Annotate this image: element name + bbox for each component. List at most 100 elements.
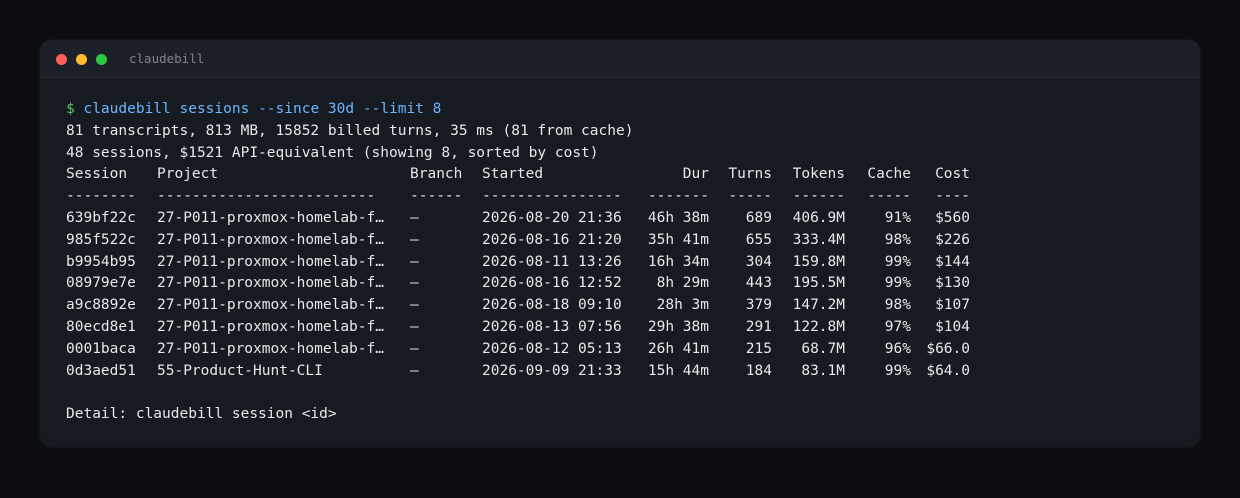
terminal-window: claudebill $ claudebill sessions --since… [40, 40, 1200, 447]
header-tokens: Tokens [792, 166, 845, 183]
cell-cache: 99% [884, 253, 911, 270]
cell-turns: 184 [745, 362, 772, 379]
table-row: 985f522c 27-P011-proxmox-homelab-f… — 2026-… [66, 230, 1176, 252]
cell-branch: — [410, 209, 419, 226]
separator-turns: ----- [728, 188, 772, 205]
cell-tokens: 83.1M [801, 362, 845, 379]
command-text: claudebill sessions --since 30d --limit … [83, 101, 442, 117]
cell-session: 80ecd8e1 [66, 318, 136, 335]
cell-dur: 16h 34m [647, 253, 709, 270]
cell-branch: — [410, 297, 419, 314]
cell-started: 2026-08-11 13:26 [482, 253, 622, 270]
table-separator: -------- ------------------------- ------ -… [66, 186, 1176, 208]
cell-turns: 689 [745, 209, 772, 226]
cell-branch: — [410, 362, 419, 379]
cell-project: 27-P011-proxmox-homelab-f… [157, 318, 384, 335]
cell-project: 27-P011-proxmox-homelab-f… [157, 297, 384, 314]
cell-project: 27-P011-proxmox-homelab-f… [157, 231, 384, 248]
minimize-window-button[interactable] [76, 54, 87, 65]
cell-cost: $107 [935, 297, 970, 314]
header-branch: Branch [410, 166, 463, 183]
cell-session: 985f522c [66, 231, 136, 248]
cell-branch: — [410, 275, 419, 292]
cell-turns: 443 [745, 275, 772, 292]
table-header: Session Project Branch Started Dur Turns Token… [66, 164, 1176, 186]
cell-branch: — [410, 231, 419, 248]
cell-started: 2026-08-16 12:52 [482, 275, 622, 292]
separator-tokens: ------ [792, 188, 845, 205]
cell-cache: 97% [884, 318, 911, 335]
cell-branch: — [410, 340, 419, 357]
separator-started: ---------------- [482, 188, 622, 205]
command-line: $ claudebill sessions --since 30d --limi… [66, 99, 1176, 121]
cell-started: 2026-08-20 21:36 [482, 209, 622, 226]
cell-dur: 26h 41m [647, 340, 709, 357]
cell-tokens: 147.2M [792, 297, 845, 314]
cell-cache: 99% [884, 275, 911, 292]
summary-line-2: 48 sessions, $1521 API-equivalent (showi… [66, 144, 599, 161]
cell-cache: 96% [884, 340, 911, 357]
cell-session: 0001baca [66, 340, 136, 357]
cell-cache: 99% [884, 362, 911, 379]
table-row: b9954b95 27-P011-proxmox-homelab-f… — 2026-… [66, 252, 1176, 274]
cell-project: 55-Product-Hunt-CLI [157, 362, 323, 379]
cell-branch: — [410, 318, 419, 335]
cell-turns: 215 [745, 340, 772, 357]
cell-project: 27-P011-proxmox-homelab-f… [157, 275, 384, 292]
cell-project: 27-P011-proxmox-homelab-f… [157, 209, 384, 226]
zoom-window-button[interactable] [96, 54, 107, 65]
header-cost: Cost [935, 166, 970, 183]
cell-cost: $104 [935, 318, 970, 335]
cell-tokens: 159.8M [792, 253, 845, 270]
cell-cost: $144 [935, 253, 970, 270]
cell-started: 2026-08-12 05:13 [482, 340, 622, 357]
cell-dur: 28h 3m [656, 297, 709, 314]
cell-session: 0d3aed51 [66, 362, 136, 379]
separator-project: ------------------------- [157, 188, 376, 205]
header-cache: Cache [867, 166, 911, 183]
cell-dur: 46h 38m [647, 209, 709, 226]
separator-cache: ----- [867, 188, 911, 205]
table-row: a9c8892e 27-P011-proxmox-homelab-f… — 2026-… [66, 295, 1176, 317]
cell-turns: 291 [745, 318, 772, 335]
window-title: claudebill [129, 51, 205, 66]
close-window-button[interactable] [56, 54, 67, 65]
cell-tokens: 122.8M [792, 318, 845, 335]
table-row: 80ecd8e1 27-P011-proxmox-homelab-f… — 2026-… [66, 317, 1176, 339]
table-row: 0001baca 27-P011-proxmox-homelab-f… — 2026-… [66, 339, 1176, 361]
cell-session: a9c8892e [66, 297, 136, 314]
separator-dur: ------- [647, 188, 709, 205]
cell-dur: 29h 38m [647, 318, 709, 335]
cell-cache: 98% [884, 231, 911, 248]
cell-session: b9954b95 [66, 253, 136, 270]
header-turns: Turns [728, 166, 772, 183]
cell-started: 2026-08-18 09:10 [482, 297, 622, 314]
cell-tokens: 195.5M [792, 275, 845, 292]
header-dur: Dur [682, 166, 709, 183]
cell-turns: 304 [745, 253, 772, 270]
cell-started: 2026-09-09 21:33 [482, 362, 622, 379]
cell-tokens: 68.7M [801, 340, 845, 357]
cell-project: 27-P011-proxmox-homelab-f… [157, 340, 384, 357]
cell-started: 2026-08-16 21:20 [482, 231, 622, 248]
cell-turns: 655 [745, 231, 772, 248]
cell-project: 27-P011-proxmox-homelab-f… [157, 253, 384, 270]
detail-hint: Detail: claudebill session <id> [66, 406, 337, 423]
terminal-output[interactable]: $ claudebill sessions --since 30d --limi… [66, 99, 1176, 426]
cell-cost: $560 [935, 209, 970, 226]
summary-line-1: 81 transcripts, 813 MB, 15852 billed tur… [66, 122, 634, 139]
cell-session: 08979e7e [66, 275, 136, 292]
table-row: 08979e7e 27-P011-proxmox-homelab-f… — 2026-… [66, 273, 1176, 295]
cell-dur: 8h 29m [656, 275, 709, 292]
separator-session: -------- [66, 188, 136, 205]
cell-cache: 91% [884, 209, 911, 226]
header-started: Started [482, 166, 544, 183]
cell-tokens: 333.4M [792, 231, 845, 248]
header-session: Session [66, 166, 128, 183]
window-titlebar: claudebill [40, 40, 1200, 78]
cell-branch: — [410, 253, 419, 270]
table-row: 0d3aed51 55-Product-Hunt-CLI — 2026-09-09 2… [66, 361, 1176, 383]
separator-cost: ---- [935, 188, 970, 205]
cell-cost: $226 [935, 231, 970, 248]
